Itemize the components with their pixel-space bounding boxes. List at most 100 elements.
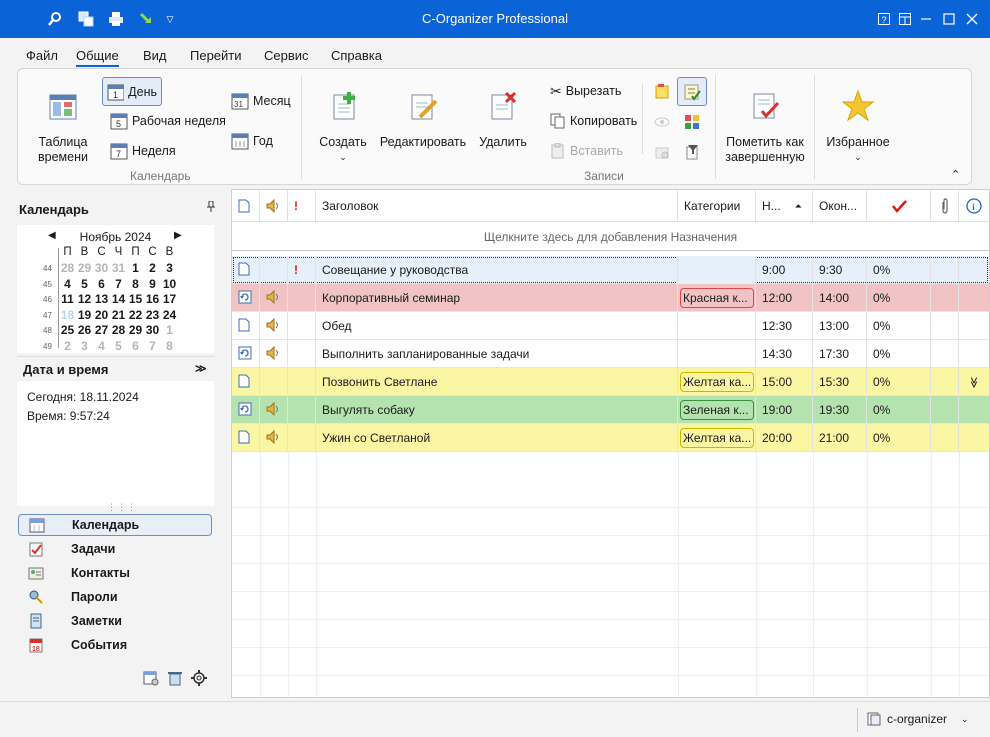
calendar-day[interactable]: 22 — [127, 308, 144, 322]
end-cell[interactable]: 13:00 — [813, 312, 867, 340]
nav-calendar[interactable]: Календарь — [18, 514, 212, 536]
week-view-button[interactable]: 7 Неделя — [106, 140, 180, 162]
trash-icon[interactable] — [166, 669, 184, 687]
calendar-day[interactable]: 30 — [144, 323, 161, 337]
priority-cell[interactable] — [288, 340, 316, 368]
attachment-cell[interactable] — [931, 340, 959, 368]
nav-events[interactable]: 18 События — [18, 634, 212, 656]
calendar-day[interactable]: 6 — [127, 339, 144, 353]
category-cell[interactable]: Желтая ка... — [678, 424, 756, 452]
month-view-button[interactable]: 31 Месяц — [227, 90, 295, 112]
start-cell[interactable]: 9:00 — [756, 256, 813, 284]
category-cell[interactable]: Красная к... — [678, 284, 756, 312]
menu-file[interactable]: Файл — [26, 48, 58, 63]
end-cell[interactable]: 9:30 — [813, 256, 867, 284]
priority-cell[interactable] — [288, 312, 316, 340]
title-cell[interactable]: Выгулять собаку — [316, 396, 678, 424]
category-cell[interactable] — [678, 340, 756, 368]
attachment-cell[interactable] — [931, 368, 959, 396]
title-cell[interactable]: Ужин со Светланой — [316, 424, 678, 452]
complete-cell[interactable]: 0% — [867, 312, 931, 340]
info-cell[interactable] — [959, 256, 989, 284]
header-sound[interactable] — [260, 190, 288, 222]
menu-view[interactable]: Вид — [143, 48, 167, 63]
type-cell[interactable] — [232, 312, 260, 340]
start-cell[interactable]: 15:00 — [756, 368, 813, 396]
start-cell[interactable]: 20:00 — [756, 424, 813, 452]
menu-goto[interactable]: Перейти — [190, 48, 242, 63]
attachment-cell[interactable] — [931, 424, 959, 452]
priority-cell[interactable]: ! — [288, 256, 316, 284]
year-view-button[interactable]: Год — [227, 130, 277, 152]
calendar-day[interactable]: 23 — [144, 308, 161, 322]
calendar-day[interactable]: 29 — [127, 323, 144, 337]
delete-button[interactable]: Удалить — [478, 89, 528, 150]
nav-notes[interactable]: Заметки — [18, 610, 212, 632]
work-week-view-button[interactable]: 5 Рабочая неделя — [106, 110, 230, 132]
calendar-day[interactable]: 24 — [161, 308, 178, 322]
maximize-icon[interactable] — [938, 9, 960, 29]
create-button[interactable]: Создать ⌄ — [318, 89, 368, 165]
cut-button[interactable]: ✂ Вырезать — [546, 80, 625, 102]
calendar-day[interactable]: 30 — [93, 261, 110, 275]
table-row[interactable]: Выгулять собаку Зеленая к... 19:00 19:30 0% — [232, 396, 989, 424]
table-row[interactable]: Ужин со Светланой Желтая ка... 20:00 21:00 0… — [232, 424, 989, 452]
title-cell[interactable]: Позвонить Светлане — [316, 368, 678, 396]
title-cell[interactable]: Совещание у руководства — [316, 256, 678, 284]
table-row[interactable]: Позвонить Светлане Желтая ка... 15:00 15:30… — [232, 368, 989, 396]
profile-selector[interactable]: c-organizer ⌄ — [867, 712, 969, 726]
sound-cell[interactable] — [260, 284, 288, 312]
sound-cell[interactable] — [260, 368, 288, 396]
sound-cell[interactable] — [260, 340, 288, 368]
paste-button[interactable]: Вставить — [546, 140, 627, 162]
category-cell[interactable]: Зеленая к... — [678, 396, 756, 424]
collapse-ribbon-icon[interactable]: ⌃ — [951, 168, 960, 181]
calendar-day[interactable]: 18 — [59, 308, 76, 322]
splitter-grip-icon[interactable]: ⋮⋮⋮ — [107, 502, 137, 513]
calendar-day[interactable]: 11 — [59, 292, 76, 306]
end-cell[interactable]: 15:30 — [813, 368, 867, 396]
menu-service[interactable]: Сервис — [264, 48, 309, 63]
calendar-day[interactable]: 3 — [161, 261, 178, 275]
sound-cell[interactable] — [260, 424, 288, 452]
calendar-day[interactable]: 2 — [59, 339, 76, 353]
double-chevron-icon[interactable]: ≫ — [195, 362, 207, 375]
attachment-cell[interactable] — [931, 284, 959, 312]
calendar-day[interactable]: 9 — [144, 277, 161, 291]
sound-cell[interactable] — [260, 396, 288, 424]
info-cell[interactable] — [959, 312, 989, 340]
info-cell[interactable] — [959, 284, 989, 312]
category-cell[interactable] — [678, 256, 756, 284]
datetime-header[interactable]: Дата и время ≫ — [17, 356, 214, 380]
calendar-day[interactable]: 2 — [144, 261, 161, 275]
menu-general[interactable]: Общие — [76, 48, 119, 67]
header-attachment[interactable] — [931, 190, 959, 222]
end-cell[interactable]: 17:30 — [813, 340, 867, 368]
copy-button[interactable]: Копировать — [546, 110, 641, 132]
next-month-icon[interactable]: ▶ — [174, 230, 182, 241]
info-cell[interactable]: ≫ — [959, 368, 989, 396]
calendar-day[interactable]: 20 — [93, 308, 110, 322]
complete-cell[interactable]: 0% — [867, 284, 931, 312]
calendar-day[interactable]: 7 — [110, 277, 127, 291]
calendar-day[interactable]: 31 — [110, 261, 127, 275]
header-complete[interactable] — [867, 190, 931, 222]
complete-cell[interactable]: 0% — [867, 256, 931, 284]
filter-list-icon[interactable] — [683, 143, 701, 161]
gear-icon[interactable] — [190, 669, 208, 687]
calendar-day[interactable]: 26 — [76, 323, 93, 337]
type-cell[interactable] — [232, 256, 260, 284]
start-cell[interactable]: 14:30 — [756, 340, 813, 368]
calendar-day[interactable]: 13 — [93, 292, 110, 306]
start-cell[interactable]: 19:00 — [756, 396, 813, 424]
note-icon[interactable] — [653, 82, 671, 100]
calendar-day[interactable]: 14 — [110, 292, 127, 306]
category-cell[interactable]: Желтая ка... — [678, 368, 756, 396]
calendar-day[interactable]: 28 — [59, 261, 76, 275]
type-cell[interactable] — [232, 368, 260, 396]
settings-disabled-icon[interactable] — [653, 143, 671, 161]
calendar-day[interactable]: 1 — [127, 261, 144, 275]
attachment-cell[interactable] — [931, 396, 959, 424]
nav-passwords[interactable]: Пароли — [18, 586, 212, 608]
attachment-cell[interactable] — [931, 256, 959, 284]
